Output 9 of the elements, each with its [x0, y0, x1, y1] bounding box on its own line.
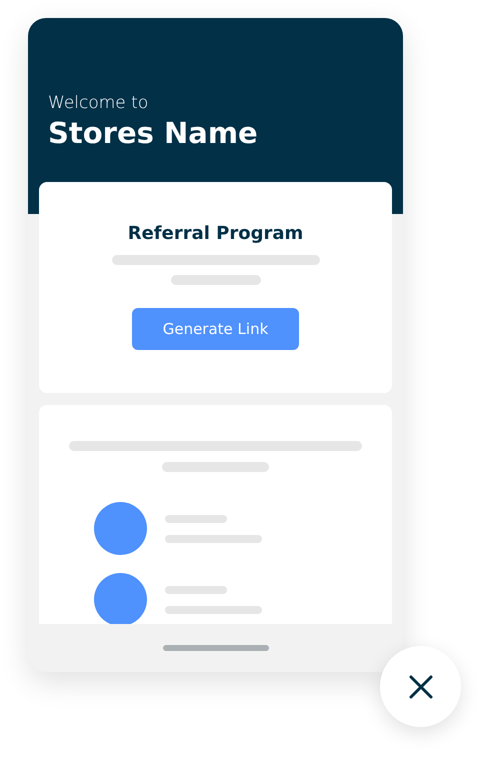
placeholder-line	[165, 514, 227, 522]
drag-handle[interactable]	[162, 645, 268, 651]
placeholder-line	[165, 586, 227, 594]
generate-link-button[interactable]: Generate Link	[132, 308, 299, 350]
store-name: Stores Name	[48, 115, 259, 152]
greeting-text: Welcome to	[48, 92, 150, 114]
avatar	[94, 573, 147, 624]
card-title: Referral Program	[128, 222, 304, 246]
close-icon	[408, 674, 432, 698]
